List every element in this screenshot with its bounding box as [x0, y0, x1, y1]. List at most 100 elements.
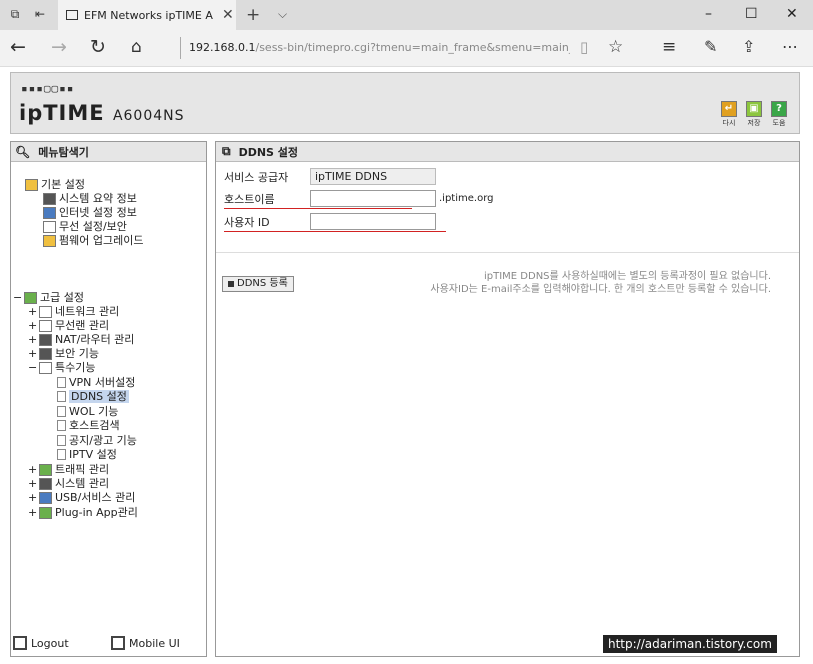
expand-icon[interactable]: +	[28, 506, 37, 519]
userid-row: 사용자 ID	[224, 213, 436, 230]
tree-special-functions[interactable]: − 특수기능	[28, 361, 95, 374]
tree-ddns-settings[interactable]: DDNS 설정	[57, 390, 129, 403]
tree-wireless-management[interactable]: + 무선랜 관리	[28, 319, 109, 332]
chevron-down-icon[interactable]: ⌵	[278, 7, 287, 22]
tree-security[interactable]: + 보안 기능	[28, 347, 99, 360]
tree-label-selected: DDNS 설정	[69, 390, 129, 403]
note-line-1: ipTIME DDNS를 사용하실때에는 별도의 등록과정이 필요 없습니다.	[483, 271, 771, 282]
minimize-icon[interactable]: –	[705, 6, 712, 22]
hostname-label: 호스트이름	[224, 192, 275, 206]
reading-view-icon[interactable]: ▯	[580, 36, 588, 58]
menu-explorer: 🔍︎ 메뉴탐색기 기본 설정 시스템 요약 정보 인터넷 설정 정보 무선 설정…	[10, 141, 207, 657]
address-host: 192.168.0.1	[189, 41, 256, 54]
share-icon[interactable]: ⇪	[742, 36, 755, 58]
tree-notice-ad[interactable]: 공지/광고 기능	[57, 434, 137, 447]
refresh-icon[interactable]: ↻	[90, 36, 106, 58]
mobile-ui-link[interactable]: Mobile UI	[111, 636, 180, 650]
tree-label: USB/서비스 관리	[55, 491, 136, 504]
hostname-input[interactable]	[310, 190, 436, 207]
expand-icon[interactable]: +	[28, 477, 37, 490]
tree-internet-settings[interactable]: 인터넷 설정 정보	[43, 206, 137, 219]
forward-icon[interactable]: →	[51, 36, 67, 58]
tree-firmware-upgrade[interactable]: 펌웨어 업그레이드	[43, 234, 143, 247]
hostname-suffix: .iptime.org	[439, 193, 494, 204]
address-bar[interactable]: 192.168.0.1/sess-bin/timepro.cgi?tmenu=m…	[180, 37, 570, 59]
menu-footer: Logout Mobile UI	[11, 630, 206, 656]
tree-basic-settings[interactable]: 기본 설정	[25, 178, 85, 191]
tree-advanced-settings[interactable]: − 고급 설정	[13, 291, 84, 304]
tree-usb-service[interactable]: + USB/서비스 관리	[28, 491, 135, 504]
expand-icon[interactable]: +	[28, 333, 37, 346]
divider	[216, 252, 799, 253]
set-aside-tabs-icon[interactable]: ⇤	[33, 7, 47, 21]
page-icon	[57, 435, 66, 446]
browser-tab-bar: ⧉ ⇤ EFM Networks ipTIME A ✕ + ⌵ – ☐ ✕	[0, 0, 813, 30]
wireless-icon	[43, 220, 56, 233]
browser-tab[interactable]: EFM Networks ipTIME A ✕	[58, 0, 236, 30]
reload-icon: ↵	[721, 101, 737, 117]
reload-button[interactable]: ↵ 다시	[720, 101, 738, 128]
tree-network-management[interactable]: + 네트워크 관리	[28, 305, 119, 318]
close-window-icon[interactable]: ✕	[786, 6, 798, 22]
save-button[interactable]: ▣ 저장	[745, 101, 763, 128]
collapse-icon[interactable]: −	[28, 361, 37, 374]
tree-wireless-security[interactable]: 무선 설정/보안	[43, 220, 127, 233]
tree-wol[interactable]: WOL 기능	[57, 405, 118, 418]
new-tab-icon[interactable]: +	[246, 5, 260, 25]
expand-icon[interactable]: +	[28, 319, 37, 332]
save-label: 저장	[747, 119, 761, 127]
brand-name: ipTIME	[19, 101, 105, 125]
page-icon	[57, 449, 66, 460]
tree-plugin-app[interactable]: + Plug-in App관리	[28, 506, 138, 519]
back-icon[interactable]: ←	[10, 36, 26, 58]
mobile-label: Mobile UI	[129, 636, 180, 650]
expand-icon[interactable]: +	[28, 463, 37, 476]
expand-icon[interactable]: +	[28, 305, 37, 318]
more-icon[interactable]: ⋯	[782, 36, 798, 58]
provider-value: ipTIME DDNS	[310, 168, 436, 185]
provider-row: 서비스 공급자 ipTIME DDNS	[224, 168, 436, 185]
tree-label: 트래픽 관리	[55, 463, 110, 476]
web-note-icon[interactable]: ✎	[704, 36, 717, 58]
page-header: ▪▪▪▢▢▪▪ ipTIME A6004NS ↵ 다시 ▣ 저장 ? 도움	[10, 72, 800, 134]
magnifier-icon: 🔍︎	[15, 144, 31, 159]
close-tab-icon[interactable]: ✕	[222, 7, 234, 23]
tree-label: 특수기능	[55, 361, 96, 374]
favorite-star-icon[interactable]: ☆	[608, 36, 623, 58]
hub-icon[interactable]: ≡	[662, 36, 676, 58]
tree-label: IPTV 설정	[69, 448, 117, 461]
tab-title: EFM Networks ipTIME A	[84, 8, 213, 22]
userid-label: 사용자 ID	[224, 215, 270, 229]
panel-title: ⧉ DDNS 설정	[216, 142, 799, 162]
maximize-icon[interactable]: ☐	[745, 6, 758, 22]
page-icon	[66, 10, 78, 20]
expand-icon[interactable]: +	[28, 491, 37, 504]
tab-preview-icon[interactable]: ⧉	[8, 7, 22, 21]
brand-logo: ipTIME A6004NS	[19, 101, 185, 125]
tree-iptv[interactable]: IPTV 설정	[57, 448, 117, 461]
tree-host-search[interactable]: 호스트검색	[57, 419, 120, 432]
tree-system-management[interactable]: + 시스템 관리	[28, 477, 109, 490]
userid-input[interactable]	[310, 213, 436, 230]
logout-link[interactable]: Logout	[13, 636, 69, 650]
tree-system-summary[interactable]: 시스템 요약 정보	[43, 192, 137, 205]
home-icon[interactable]: ⌂	[131, 36, 142, 58]
mobile-icon	[111, 636, 125, 650]
collapse-icon[interactable]: −	[13, 291, 22, 304]
help-label: 도움	[772, 119, 786, 127]
help-button[interactable]: ? 도움	[770, 101, 788, 128]
folder-icon	[25, 178, 38, 191]
ddns-register-button[interactable]: DDNS 등록	[222, 276, 294, 292]
router-icon	[39, 333, 52, 346]
save-icon: ▣	[746, 101, 762, 117]
ddns-note: ipTIME DDNS를 사용하실때에는 별도의 등록과정이 필요 없습니다. …	[430, 270, 771, 296]
tree-vpn-server[interactable]: VPN 서버설정	[57, 376, 135, 389]
tree-nat-router[interactable]: + NAT/라우터 관리	[28, 333, 134, 346]
expand-icon[interactable]: +	[28, 347, 37, 360]
tree-label: Plug-in App관리	[55, 506, 138, 519]
usb-icon	[39, 491, 52, 504]
network-icon	[39, 305, 52, 318]
tree-traffic[interactable]: + 트래픽 관리	[28, 463, 109, 476]
address-path: /sess-bin/timepro.cgi?tmenu=main_frame&s…	[255, 41, 570, 54]
router-page: ▪▪▪▢▢▪▪ ipTIME A6004NS ↵ 다시 ▣ 저장 ? 도움 🔍︎…	[0, 67, 813, 664]
